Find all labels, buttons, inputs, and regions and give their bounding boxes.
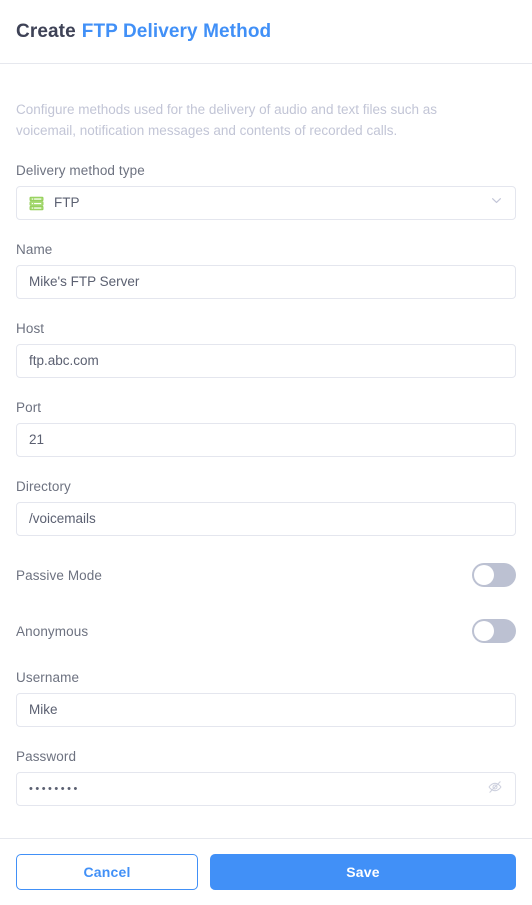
anonymous-label: Anonymous [16,623,89,639]
field-host: Host ftp.abc.com [16,321,516,378]
host-input[interactable]: ftp.abc.com [16,344,516,378]
page-title: Create FTP Delivery Method [16,21,271,43]
anonymous-toggle[interactable] [472,619,516,643]
page-title-prefix: Create [16,20,76,42]
eye-off-icon[interactable] [487,779,503,800]
host-value: ftp.abc.com [29,354,99,368]
username-value: Mike [29,703,58,717]
dialog-body: Configure methods used for the delivery … [0,64,532,838]
directory-label: Directory [16,479,71,494]
delivery-method-type-value: FTP [54,196,80,210]
password-label: Password [16,749,77,764]
password-input[interactable]: •••••••• [16,772,516,806]
port-value: 21 [29,433,45,447]
toggle-knob [474,565,494,585]
directory-value: /voicemails [29,512,96,526]
page-title-object: FTP Delivery Method [81,20,272,42]
dialog-footer: Cancel Save [0,838,532,905]
passive-mode-toggle[interactable] [472,563,516,587]
field-passive-mode: Passive Mode [16,558,516,592]
password-value: •••••••• [29,782,80,795]
directory-input[interactable]: /voicemails [16,502,516,536]
field-port: Port 21 [16,400,516,457]
save-button[interactable]: Save [210,854,516,890]
username-label: Username [16,670,80,685]
dialog-header: Create FTP Delivery Method [0,0,532,64]
host-label: Host [16,321,45,336]
dialog-description: Configure methods used for the delivery … [16,102,437,138]
field-password: Password •••••••• [16,749,516,806]
chevron-down-icon[interactable] [490,194,503,212]
field-delivery-method-type: Delivery method type FTP [16,163,516,220]
delivery-method-type-label: Delivery method type [16,163,145,178]
username-input[interactable]: Mike [16,693,516,727]
port-input[interactable]: 21 [16,423,516,457]
toggle-knob [474,621,494,641]
passive-mode-label: Passive Mode [16,567,102,583]
create-ftp-delivery-method-dialog: Create FTP Delivery Method Configure meth… [0,0,532,905]
field-username: Username Mike [16,670,516,727]
server-icon [29,196,44,211]
delivery-method-type-select[interactable]: FTP [16,186,516,220]
cancel-button[interactable]: Cancel [16,854,198,890]
name-label: Name [16,242,53,257]
name-value: Mike's FTP Server [29,275,140,289]
name-input[interactable]: Mike's FTP Server [16,265,516,299]
field-directory: Directory /voicemails [16,479,516,536]
port-label: Port [16,400,42,415]
field-name: Name Mike's FTP Server [16,242,516,299]
field-anonymous: Anonymous [16,614,516,648]
